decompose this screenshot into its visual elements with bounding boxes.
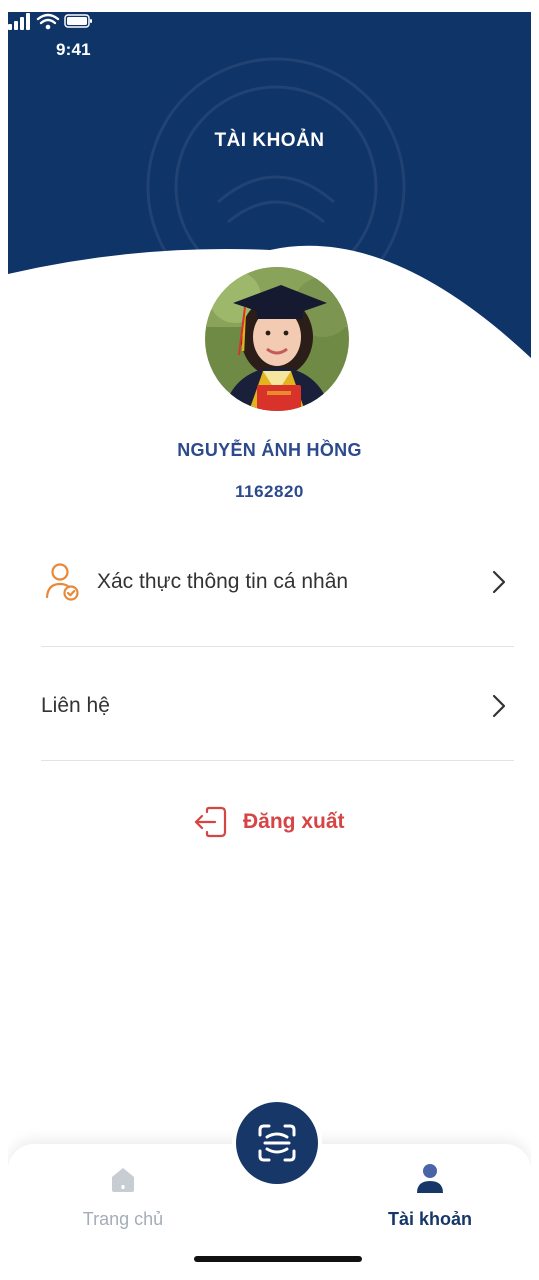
student-id: 1162820 — [235, 482, 304, 501]
status-icons — [8, 13, 92, 30]
chevron-right-icon — [492, 694, 506, 718]
user-name: NGUYỄN ÁNH HỒNG — [177, 440, 362, 460]
page-title: TÀI KHOẢN — [214, 130, 325, 151]
battery-icon — [64, 14, 92, 28]
avatar — [193, 255, 361, 423]
nav-home-label: Trang chủ — [82, 1209, 164, 1229]
scan-icon — [258, 1124, 296, 1162]
home-icon — [112, 1168, 134, 1192]
menu-item-contact[interactable]: Liên hệ — [41, 666, 514, 746]
menu-item-contact-label: Liên hệ — [41, 694, 110, 717]
account-icon — [417, 1164, 443, 1193]
logout-label: Đăng xuất — [243, 810, 345, 833]
status-time: 9:41 — [56, 40, 91, 59]
chevron-right-icon — [492, 570, 506, 594]
logout-icon — [194, 806, 227, 838]
menu-item-verify-info[interactable]: Xác thực thông tin cá nhân — [41, 542, 514, 622]
nav-home[interactable]: Trang chủ — [68, 1164, 178, 1244]
signal-icon — [8, 13, 30, 30]
avatar-photo — [205, 267, 349, 411]
wifi-icon — [36, 13, 60, 25]
home-indicator — [194, 1256, 362, 1262]
nav-account-label: Tài khoản — [387, 1209, 472, 1229]
divider — [41, 646, 514, 647]
divider — [41, 760, 514, 761]
logout-button[interactable]: Đăng xuất — [193, 802, 345, 842]
person-check-icon — [45, 563, 79, 601]
account-screen: 9:41 TÀI KHOẢN NGUYỄN ÁNH HỒNG 1162820 X… — [8, 12, 531, 1274]
scan-button[interactable] — [232, 1098, 322, 1188]
nav-account[interactable]: Tài khoản — [370, 1162, 490, 1242]
menu-item-verify-label: Xác thực thông tin cá nhân — [97, 570, 349, 593]
